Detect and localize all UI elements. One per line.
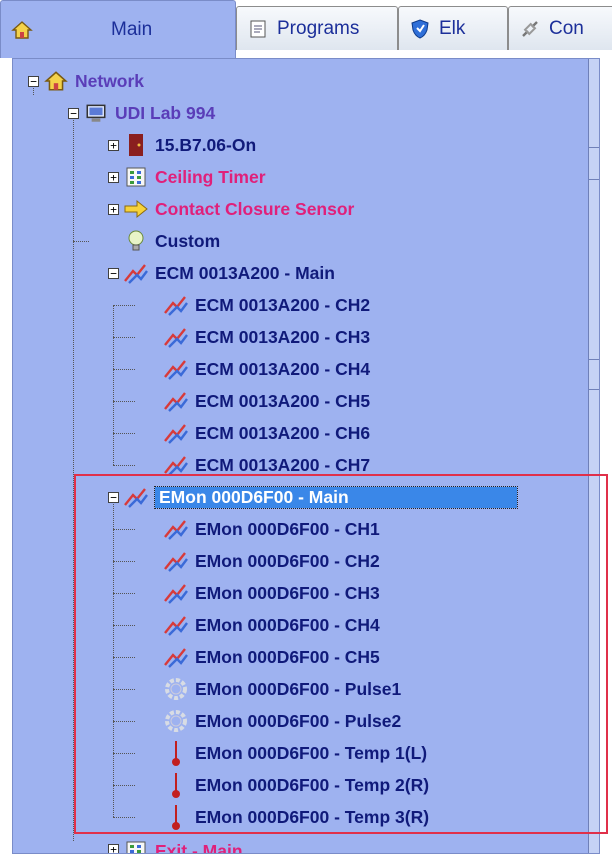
tree-node-emon-pulse2[interactable]: EMon 000D6F00 - Pulse2 <box>163 705 401 737</box>
collapse-toggle[interactable]: − <box>28 76 39 87</box>
meter-icon <box>123 260 149 286</box>
computer-icon <box>83 100 109 126</box>
tree-node-ceiling-timer[interactable]: Ceiling Timer <box>123 161 266 193</box>
grid-icon <box>123 164 149 190</box>
bulb-icon <box>123 228 149 254</box>
tree-node-network[interactable]: Network <box>43 65 144 97</box>
tree-node-emon-ch2[interactable]: EMon 000D6F00 - CH2 <box>163 545 380 577</box>
device-tree-panel[interactable]: − − + + + − − + Network UDI Lab 994 15.B… <box>12 58 600 854</box>
thermometer-icon <box>163 804 189 830</box>
door-icon <box>123 132 149 158</box>
tree-node-emon-temp1[interactable]: EMon 000D6F00 - Temp 1(L) <box>163 737 427 769</box>
collapse-toggle[interactable]: − <box>68 108 79 119</box>
document-icon <box>247 18 269 40</box>
meter-icon <box>163 548 189 574</box>
tab-elk[interactable]: Elk <box>398 6 508 50</box>
gear-icon <box>163 708 189 734</box>
tree-node-contact-closure-sensor[interactable]: Contact Closure Sensor <box>123 193 354 225</box>
tree-node-emon-temp3[interactable]: EMon 000D6F00 - Temp 3(R) <box>163 801 429 833</box>
app-window: Main Programs Elk Con − − + + + − − + Ne… <box>0 0 612 854</box>
link-icon <box>519 18 541 40</box>
tree-node-ecm-ch5[interactable]: ECM 0013A200 - CH5 <box>163 385 370 417</box>
tree-node-emon-ch4[interactable]: EMon 000D6F00 - CH4 <box>163 609 380 641</box>
meter-icon <box>163 324 189 350</box>
tree-node-emon-pulse1[interactable]: EMon 000D6F00 - Pulse1 <box>163 673 401 705</box>
gear-icon <box>163 676 189 702</box>
arrow-icon <box>123 196 149 222</box>
tab-programs[interactable]: Programs <box>236 6 398 50</box>
tree-node-device[interactable]: 15.B7.06-On <box>123 129 256 161</box>
tree-node-custom[interactable]: Custom <box>123 225 220 257</box>
meter-icon <box>163 580 189 606</box>
shield-icon <box>409 18 431 40</box>
tree-node-ecm-ch3[interactable]: ECM 0013A200 - CH3 <box>163 321 370 353</box>
meter-icon <box>123 484 149 510</box>
tree-node-emon-ch1[interactable]: EMon 000D6F00 - CH1 <box>163 513 380 545</box>
tree-node-emon-temp2[interactable]: EMon 000D6F00 - Temp 2(R) <box>163 769 429 801</box>
meter-icon <box>163 452 189 478</box>
side-scroll-strip[interactable] <box>588 59 599 853</box>
tree-node-emon-ch3[interactable]: EMon 000D6F00 - CH3 <box>163 577 380 609</box>
meter-icon <box>163 356 189 382</box>
expand-toggle[interactable]: + <box>108 204 119 215</box>
thermometer-icon <box>163 740 189 766</box>
meter-icon <box>163 420 189 446</box>
meter-icon <box>163 612 189 638</box>
tree-node-emon-ch5[interactable]: EMon 000D6F00 - CH5 <box>163 641 380 673</box>
tree-node-ecm-ch2[interactable]: ECM 0013A200 - CH2 <box>163 289 370 321</box>
tree-node-ecm-ch7[interactable]: ECM 0013A200 - CH7 <box>163 449 370 481</box>
tab-con[interactable]: Con <box>508 6 612 50</box>
tree-node-emon-main[interactable]: EMon 000D6F00 - Main <box>123 481 518 513</box>
expand-toggle[interactable]: + <box>108 140 119 151</box>
thermometer-icon <box>163 772 189 798</box>
meter-icon <box>163 644 189 670</box>
grid-icon <box>123 838 149 853</box>
tab-main[interactable]: Main <box>0 0 236 58</box>
tree-node-ecm-ch4[interactable]: ECM 0013A200 - CH4 <box>163 353 370 385</box>
meter-icon <box>163 292 189 318</box>
meter-icon <box>163 388 189 414</box>
tree-node-ecm-main[interactable]: ECM 0013A200 - Main <box>123 257 335 289</box>
meter-icon <box>163 516 189 542</box>
tab-bar: Main Programs Elk Con <box>0 0 612 58</box>
collapse-toggle[interactable]: − <box>108 268 119 279</box>
tree-node-ecm-ch6[interactable]: ECM 0013A200 - CH6 <box>163 417 370 449</box>
home-icon <box>11 19 33 41</box>
expand-toggle[interactable]: + <box>108 844 119 853</box>
home-icon <box>43 68 69 94</box>
tree-node-exit-main[interactable]: Exit - Main <box>123 835 243 853</box>
tree-node-udi-lab[interactable]: UDI Lab 994 <box>83 97 215 129</box>
expand-toggle[interactable]: + <box>108 172 119 183</box>
collapse-toggle[interactable]: − <box>108 492 119 503</box>
